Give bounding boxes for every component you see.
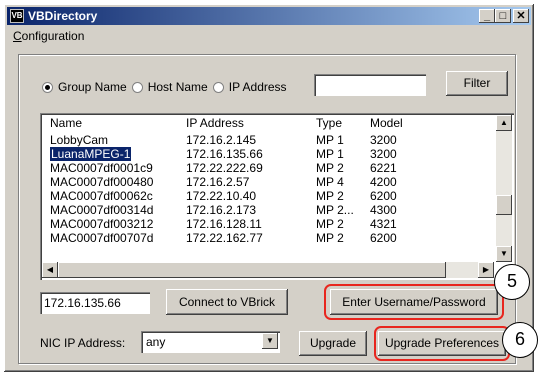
vertical-scrollbar[interactable]: ▲ ▼: [496, 115, 512, 262]
menu-configuration[interactable]: Configuration: [13, 29, 84, 43]
nic-ip-label: NIC IP Address:: [40, 336, 126, 350]
cell-model: 3200: [370, 147, 397, 161]
column-header-model[interactable]: Model: [370, 115, 403, 131]
table-row[interactable]: MAC0007df003212 172.16.128.11 MP 2 4321: [42, 217, 492, 231]
radio-ip-address[interactable]: [212, 81, 224, 93]
cell-name: LobbyCam: [50, 133, 109, 147]
table-row[interactable]: LobbyCam 172.16.2.145 MP 1 3200: [42, 133, 492, 147]
cell-type: MP 2: [316, 217, 344, 231]
menu-configuration-accesskey: C: [13, 29, 22, 43]
upgrade-preferences-button[interactable]: Upgrade Preferences: [378, 331, 506, 356]
cell-ip: 172.16.2.173: [186, 203, 257, 217]
cell-ip: 172.22.10.40: [186, 189, 257, 203]
filter-button[interactable]: Filter: [446, 71, 508, 96]
vbrick-app-icon: VB: [10, 9, 24, 23]
scroll-down-icon[interactable]: ▼: [496, 246, 512, 262]
maximize-button[interactable]: □: [495, 9, 511, 23]
column-header-name[interactable]: Name: [50, 115, 82, 131]
table-row[interactable]: MAC0007df00062c 172.22.10.40 MP 2 6200: [42, 189, 492, 203]
cell-ip: 172.16.135.66: [186, 147, 263, 161]
cell-ip: 172.22.222.69: [186, 161, 263, 175]
callout-badge-5: 5: [494, 264, 530, 300]
cell-ip: 172.16.128.11: [186, 217, 262, 231]
vertical-scroll-thumb[interactable]: [496, 195, 512, 215]
filter-input[interactable]: [314, 74, 426, 96]
cell-type: MP 1: [316, 147, 344, 161]
cell-name: MAC0007df0001c9: [50, 161, 153, 175]
cell-type: MP 4: [316, 175, 344, 189]
cell-model: 6221: [370, 161, 397, 175]
cell-type: MP 1: [316, 133, 344, 147]
cell-name: MAC0007df00062c: [50, 189, 153, 203]
cell-model: 4200: [370, 175, 397, 189]
callout-badge-6: 6: [502, 322, 538, 358]
cell-name: MAC0007df003212: [50, 217, 154, 231]
menu-bar: Configuration: [7, 26, 531, 46]
column-header-ip[interactable]: IP Address: [186, 115, 244, 131]
title-bar[interactable]: VB VBDirectory _ □ ✕: [7, 7, 531, 25]
radio-group-name-label: Group Name: [58, 80, 127, 94]
enter-username-password-button[interactable]: Enter Username/Password: [330, 289, 498, 315]
device-ip-input[interactable]: 172.16.135.66: [40, 292, 150, 314]
horizontal-scroll-thumb[interactable]: [58, 262, 446, 278]
radio-host-name-label: Host Name: [147, 80, 208, 94]
cell-ip: 172.22.162.77: [186, 231, 263, 245]
connect-to-vbrick-button[interactable]: Connect to VBrick: [166, 289, 288, 315]
table-row[interactable]: MAC0007df000480 172.16.2.57 MP 4 4200: [42, 175, 492, 189]
column-header-type[interactable]: Type: [316, 115, 342, 131]
scroll-left-icon[interactable]: ◀: [42, 262, 58, 278]
cell-name: MAC0007df00707d: [50, 231, 154, 245]
cell-name: MAC0007df00314d: [50, 203, 154, 217]
scroll-right-icon[interactable]: ▶: [478, 262, 494, 278]
table-row[interactable]: MAC0007df00707d 172.22.162.77 MP 2 6200: [42, 231, 492, 245]
chevron-down-icon[interactable]: ▼: [262, 333, 278, 349]
cell-type: MP 2: [316, 189, 344, 203]
table-row[interactable]: MAC0007df00314d 172.16.2.173 MP 2... 4300: [42, 203, 492, 217]
nic-ip-select[interactable]: any ▼: [141, 331, 280, 353]
cell-name: LuanaMPEG-1: [48, 146, 133, 162]
upgrade-button[interactable]: Upgrade: [299, 331, 367, 356]
cell-model: 3200: [370, 133, 397, 147]
cell-ip: 172.16.2.57: [186, 175, 250, 189]
table-row[interactable]: LuanaMPEG-1 172.16.135.66 MP 1 3200: [42, 146, 492, 162]
cell-model: 6200: [370, 189, 397, 203]
device-list[interactable]: Name IP Address Type Model LobbyCam 172.1…: [40, 113, 514, 280]
cell-ip: 172.16.2.145: [186, 133, 257, 147]
radio-group-name[interactable]: [42, 81, 53, 93]
cell-model: 4300: [370, 203, 397, 217]
window-title: VBDirectory: [28, 9, 98, 23]
search-mode-radios: Group Name Host Name IP Address: [42, 78, 292, 96]
cell-model: 6200: [370, 231, 397, 245]
minimize-button[interactable]: _: [479, 9, 495, 23]
cell-type: MP 2...: [316, 203, 354, 217]
cell-type: MP 2: [316, 161, 344, 175]
cell-type: MP 2: [316, 231, 344, 245]
horizontal-scrollbar[interactable]: ◀ ▶: [42, 262, 494, 278]
table-row[interactable]: MAC0007df0001c9 172.22.222.69 MP 2 6221: [42, 161, 492, 175]
nic-ip-select-value: any: [146, 335, 166, 349]
radio-host-name[interactable]: [131, 81, 143, 93]
radio-ip-address-label: IP Address: [228, 80, 287, 94]
close-button[interactable]: ✕: [513, 9, 529, 23]
cell-name: MAC0007df000480: [50, 175, 154, 189]
scroll-up-icon[interactable]: ▲: [496, 115, 512, 131]
menu-configuration-label: onfiguration: [21, 29, 85, 43]
cell-model: 4321: [370, 217, 397, 231]
